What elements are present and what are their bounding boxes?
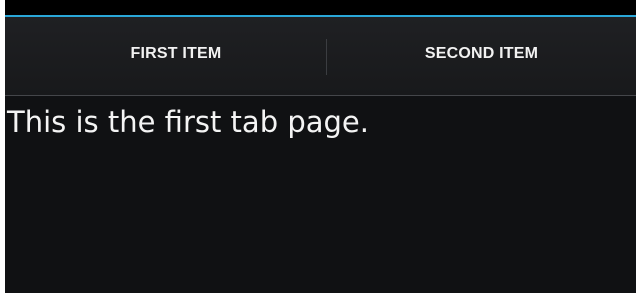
tab-bar: FIRST ITEM SECOND ITEM: [5, 17, 636, 112]
tab-first-item[interactable]: FIRST ITEM: [26, 17, 326, 95]
tab-first-item-label: FIRST ITEM: [130, 45, 222, 62]
tab-second-item[interactable]: SECOND ITEM: [327, 17, 636, 95]
app-window: FIRST ITEM SECOND ITEM This is the first…: [5, 0, 636, 293]
tab-content-panel: This is the first tab page.: [5, 96, 636, 293]
tab-second-item-label: SECOND ITEM: [424, 45, 539, 62]
tab-content-text: This is the first tab page.: [7, 105, 369, 139]
status-bar: [5, 0, 636, 15]
